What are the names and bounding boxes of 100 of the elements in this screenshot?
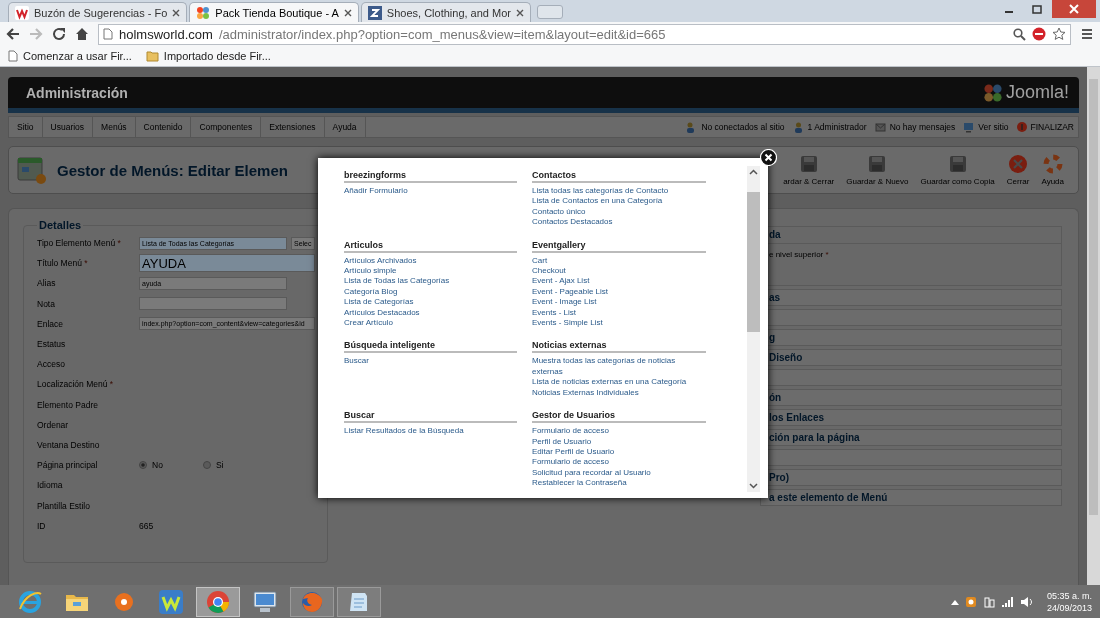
address-bar[interactable]: holmsworld.com /administrator/index.php?option=com_menus&view=item&layout=edit&id=665 — [98, 23, 1071, 45]
menu-type-link[interactable]: Lista de Todas las Categorías — [344, 276, 517, 287]
close-icon[interactable] — [343, 8, 352, 17]
menu-type-link[interactable]: Añadir Formulario — [344, 186, 517, 197]
menu-item[interactable]: Sitio — [9, 117, 43, 137]
folder-icon — [145, 50, 159, 62]
menu-type-link[interactable]: Listar Resultados de la Búsqueda — [344, 426, 517, 437]
monitor-icon[interactable] — [252, 589, 278, 614]
mail-icon — [874, 121, 886, 133]
taskbar-button[interactable] — [337, 586, 381, 617]
menu-type-link[interactable]: Restablecer la Contraseña — [532, 478, 706, 489]
menu-item[interactable]: Usuarios — [42, 117, 94, 137]
ring-icon[interactable] — [17, 588, 43, 615]
toolbar-button[interactable]: ardar & Cerrar — [777, 154, 841, 186]
tab-favicon-icon — [15, 5, 29, 20]
menu-item[interactable]: Ayuda — [324, 117, 366, 137]
menu-type-link[interactable]: Solicitud para recordar al Usuario — [532, 467, 706, 479]
toolbar-button[interactable]: Ayuda — [1035, 154, 1070, 186]
menu-type-link[interactable]: Muestra todas las categorías de noticias externas — [532, 356, 706, 378]
menu-type-link[interactable]: Contactos Destacados — [532, 217, 706, 228]
menu-type-link[interactable]: Crear Artículo — [344, 318, 517, 329]
menu-type-link[interactable]: Formulario de acceso — [532, 426, 706, 437]
browser-tab[interactable]: Shoes, Clothing, and Mor — [360, 2, 531, 22]
close-icon[interactable] — [172, 8, 181, 17]
group-heading: Búsqueda inteligente — [344, 340, 517, 354]
menu-type-link[interactable]: Cart — [532, 255, 706, 267]
menu-type-link[interactable]: Buscar — [344, 356, 517, 367]
battery-icon[interactable] — [982, 595, 995, 608]
menu-item[interactable]: Extensiones — [261, 117, 325, 137]
menu-type-link[interactable]: Noticias Externas Individuales — [532, 387, 706, 399]
field-label: Tipo Elemento Menú * — [37, 238, 122, 249]
bookmark[interactable]: Comenzar a usar Fir... — [8, 50, 132, 62]
reload-icon[interactable] — [52, 27, 66, 41]
menu-type-link[interactable]: Event - Pageable List — [532, 286, 706, 298]
menu-type-link[interactable]: Lista de noticias externas en una Categoría — [532, 377, 706, 388]
tab-favicon-icon — [367, 5, 382, 20]
menu-type-link[interactable]: Checkout — [532, 266, 706, 277]
menu-type-link[interactable]: Artículo simple — [344, 266, 517, 277]
menu-icon[interactable] — [1080, 27, 1094, 41]
tile-icon[interactable] — [158, 588, 184, 615]
field-label: Localización Menú * — [37, 379, 115, 390]
status-item: No conectados al sitio — [682, 121, 789, 133]
radio-button[interactable] — [202, 461, 211, 470]
status-item: No hay mensajes — [870, 121, 960, 133]
back-icon[interactable] — [6, 27, 20, 41]
speaker-icon[interactable] — [1019, 595, 1033, 608]
menu-type-link[interactable]: Contacto único — [532, 206, 706, 218]
status-item[interactable]: FINALIZAR — [1012, 122, 1078, 132]
input-field[interactable] — [139, 297, 287, 311]
floppy-icon — [947, 154, 968, 174]
menu-type-link[interactable]: Event - Ajax List — [532, 276, 706, 287]
shield-icon[interactable] — [964, 595, 977, 608]
taskbar-button[interactable] — [290, 586, 334, 617]
toolbar-button[interactable]: Cerrar — [1000, 154, 1036, 186]
chevron-up-icon[interactable] — [950, 598, 959, 605]
field-label: Título Menú * — [37, 258, 89, 269]
toolbar-button[interactable]: Guardar & Nuevo — [840, 154, 915, 186]
power-icon — [1016, 122, 1027, 132]
stop-sign-icon[interactable] — [1032, 27, 1046, 41]
group-heading: Gestor de Usuarios — [532, 410, 706, 424]
menu-type-link[interactable]: Artículos Destacados — [344, 307, 517, 319]
field-label: Ordenar — [37, 419, 70, 430]
menu-type-link[interactable]: Formulario de acceso — [532, 457, 706, 468]
menu-type-link[interactable]: Lista de Categorías — [344, 297, 517, 308]
browser-tab[interactable]: Buzón de Sugerencias - Fo — [8, 2, 188, 22]
status-item[interactable]: Ver sitio — [959, 121, 1013, 133]
clock[interactable]: 05:35 a. m. 24/09/2013 — [1046, 589, 1092, 614]
flower-icon — [982, 82, 1003, 103]
menu-item[interactable]: Componentes — [191, 117, 262, 137]
menu-item[interactable]: Menús — [93, 117, 136, 137]
floppy-icon — [798, 154, 819, 174]
page-scrollbar[interactable] — [1087, 67, 1100, 585]
scrollbar[interactable] — [747, 166, 760, 492]
flower-icon — [196, 5, 211, 20]
menu-type-link[interactable]: Editar Perfil de Usuario — [532, 446, 706, 458]
menu-type-link[interactable]: Categoría Blog — [344, 286, 517, 298]
chevron-up-icon[interactable] — [749, 169, 758, 175]
menu-type-link[interactable]: Events - List — [532, 307, 706, 319]
menu-type-link[interactable]: Artículos Archivados — [344, 255, 517, 267]
title-field[interactable]: AYUDA — [139, 254, 315, 273]
menu-type-link[interactable]: Events - Simple List — [532, 318, 706, 329]
bookmark[interactable]: Importado desde Fir... — [145, 50, 271, 62]
menu-type-link[interactable]: Lista de Contactos en una Categoría — [532, 196, 706, 207]
home-icon[interactable] — [75, 27, 89, 41]
chevron-down-icon[interactable] — [749, 483, 758, 489]
star-icon[interactable] — [1052, 27, 1066, 41]
close-icon[interactable] — [516, 8, 524, 17]
menu-type-link[interactable]: Event - Image List — [532, 297, 706, 308]
menu-item[interactable]: Contenido — [135, 117, 192, 137]
search-icon[interactable] — [1013, 27, 1026, 41]
menu-type-link[interactable]: Perfil de Usuario — [532, 436, 706, 447]
wheel-icon[interactable] — [206, 589, 230, 614]
field-label: ID — [37, 520, 47, 531]
taskbar-button[interactable] — [196, 586, 240, 617]
browser-tab[interactable]: Pack Tienda Boutique - A — [189, 2, 359, 22]
radio-button[interactable] — [139, 461, 147, 470]
signal-icon[interactable] — [1000, 595, 1014, 608]
group-heading: Eventgallery — [532, 239, 706, 253]
menu-type-link[interactable]: Lista todas las categorías de Contacto — [532, 186, 706, 197]
toolbar-button[interactable]: Guardar como Copia — [914, 154, 1001, 186]
